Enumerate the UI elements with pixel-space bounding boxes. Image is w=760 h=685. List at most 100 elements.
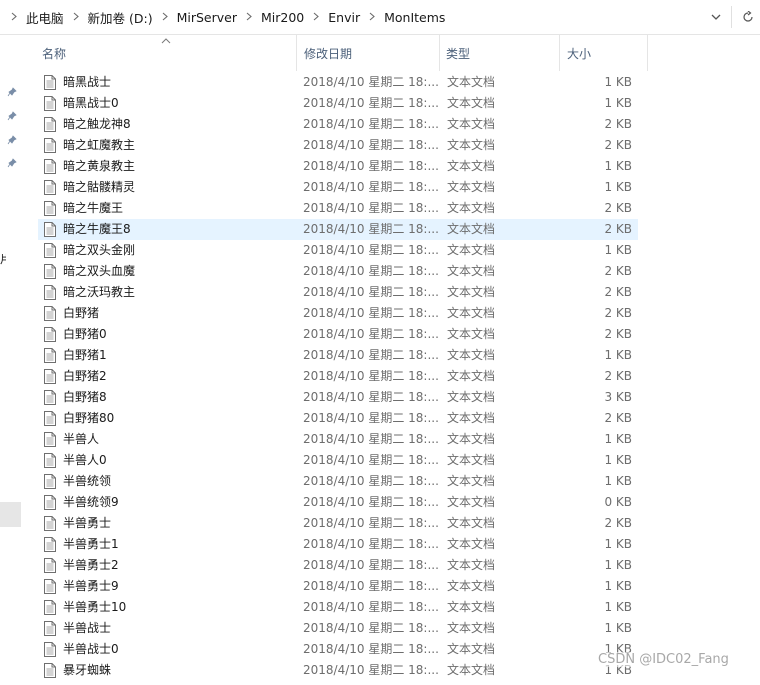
file-name: 半兽勇士 [63, 516, 112, 530]
file-row[interactable]: 白野猪8 2018/4/10 星期二 18:... 文本文档 3 KB [38, 387, 638, 408]
breadcrumb-item[interactable]: MonItems [384, 10, 445, 25]
breadcrumb-item[interactable]: MirServer [177, 10, 237, 25]
text-file-icon [44, 306, 56, 321]
file-row[interactable]: 暗之黄泉教主 2018/4/10 星期二 18:... 文本文档 1 KB [38, 156, 638, 177]
file-size: 2 KB [604, 264, 632, 278]
file-type: 文本文档 [447, 663, 496, 677]
column-header-date[interactable]: 修改日期 [296, 35, 446, 71]
address-history-button[interactable] [704, 0, 728, 34]
pin-icon[interactable] [6, 158, 18, 170]
file-row[interactable]: 半兽勇士 2018/4/10 星期二 18:... 文本文档 2 KB [38, 513, 638, 534]
file-row[interactable]: 半兽勇士1 2018/4/10 星期二 18:... 文本文档 1 KB [38, 534, 638, 555]
file-row[interactable]: 暗之虹魔教主 2018/4/10 星期二 18:... 文本文档 2 KB [38, 135, 638, 156]
file-row[interactable]: 暗之牛魔王 2018/4/10 星期二 18:... 文本文档 2 KB [38, 198, 638, 219]
file-type: 文本文档 [447, 222, 496, 236]
file-modified-date: 2018/4/10 星期二 18:... [303, 453, 438, 467]
chevron-right-icon[interactable] [369, 10, 375, 24]
column-header-size[interactable]: 大小 [559, 35, 648, 71]
file-size: 2 KB [604, 327, 632, 341]
file-row[interactable]: 半兽统领9 2018/4/10 星期二 18:... 文本文档 0 KB [38, 492, 638, 513]
file-name: 暗之虹魔教主 [63, 138, 136, 152]
file-type: 文本文档 [447, 474, 496, 488]
text-file-icon [44, 75, 56, 90]
file-row[interactable]: 白野猪80 2018/4/10 星期二 18:... 文本文档 2 KB [38, 408, 638, 429]
file-row[interactable]: 暗黑战士 2018/4/10 星期二 18:... 文本文档 1 KB [38, 72, 638, 93]
text-file-icon [44, 117, 56, 132]
text-file-icon [44, 516, 56, 531]
column-header-type[interactable]: 类型 [439, 35, 566, 71]
file-row[interactable]: 暗黑战士0 2018/4/10 星期二 18:... 文本文档 1 KB [38, 93, 638, 114]
chevron-right-icon[interactable] [313, 10, 320, 24]
file-row[interactable]: 半兽勇士10 2018/4/10 星期二 18:... 文本文档 1 KB [38, 597, 638, 618]
file-row[interactable]: 白野猪 2018/4/10 星期二 18:... 文本文档 2 KB [38, 303, 638, 324]
file-type: 文本文档 [447, 96, 496, 110]
file-type: 文本文档 [447, 411, 496, 425]
file-row[interactable]: 白野猪2 2018/4/10 星期二 18:... 文本文档 2 KB [38, 366, 638, 387]
file-type: 文本文档 [447, 453, 496, 467]
text-file-icon [44, 96, 56, 111]
file-row[interactable]: 半兽勇士2 2018/4/10 星期二 18:... 文本文档 1 KB [38, 555, 638, 576]
file-size: 2 KB [604, 201, 632, 215]
breadcrumb-item[interactable]: Envir [328, 10, 360, 25]
breadcrumb-item[interactable]: 新加卷 (D:) [88, 8, 153, 27]
file-row[interactable]: 半兽战士0 2018/4/10 星期二 18:... 文本文档 1 KB [38, 639, 638, 660]
file-type: 文本文档 [447, 516, 496, 530]
chevron-right-icon[interactable] [11, 10, 17, 24]
file-row[interactable]: 暗之沃玛教主 2018/4/10 星期二 18:... 文本文档 2 KB [38, 282, 638, 303]
file-row[interactable]: 半兽人 2018/4/10 星期二 18:... 文本文档 1 KB [38, 429, 638, 450]
file-modified-date: 2018/4/10 星期二 18:... [303, 369, 438, 383]
file-name: 暗之骷髅精灵 [63, 180, 136, 194]
file-type: 文本文档 [447, 348, 496, 362]
file-row[interactable]: 白野猪0 2018/4/10 星期二 18:... 文本文档 2 KB [38, 324, 638, 345]
file-row[interactable]: 白野猪1 2018/4/10 星期二 18:... 文本文档 1 KB [38, 345, 638, 366]
file-row[interactable]: 暗之骷髅精灵 2018/4/10 星期二 18:... 文本文档 1 KB [38, 177, 638, 198]
pin-icon[interactable] [6, 87, 18, 99]
file-row[interactable]: 暗之双头血魔 2018/4/10 星期二 18:... 文本文档 2 KB [38, 261, 638, 282]
text-file-icon [44, 537, 56, 552]
breadcrumb-item[interactable]: 此电脑 [26, 8, 64, 27]
refresh-button[interactable] [737, 0, 759, 34]
file-name: 半兽战士 [63, 621, 112, 635]
file-row[interactable]: 暴牙蜘蛛 2018/4/10 星期二 18:... 文本文档 1 KB [38, 660, 638, 681]
file-type: 文本文档 [447, 579, 496, 593]
file-row[interactable]: 暗之触龙神8 2018/4/10 星期二 18:... 文本文档 2 KB [38, 114, 638, 135]
column-header-bar: 名称 修改日期 类型 大小 [34, 35, 648, 71]
file-name: 半兽人0 [63, 453, 107, 467]
navigation-pane[interactable]: 片 [0, 35, 22, 680]
file-row[interactable]: 半兽战士 2018/4/10 星期二 18:... 文本文档 1 KB [38, 618, 638, 639]
file-name: 半兽人 [63, 432, 100, 446]
file-size: 1 KB [604, 243, 632, 257]
file-type: 文本文档 [447, 201, 496, 215]
text-file-icon [44, 474, 56, 489]
pin-icon[interactable] [6, 111, 18, 123]
file-row[interactable]: 暗之牛魔王8 2018/4/10 星期二 18:... 文本文档 2 KB [38, 219, 638, 240]
file-modified-date: 2018/4/10 星期二 18:... [303, 117, 438, 131]
file-name: 暗黑战士 [63, 75, 112, 89]
nav-selection-highlight[interactable] [0, 502, 21, 527]
file-row[interactable]: 半兽统领 2018/4/10 星期二 18:... 文本文档 1 KB [38, 471, 638, 492]
text-file-icon [44, 264, 56, 279]
file-type: 文本文档 [447, 138, 496, 152]
file-row[interactable]: 半兽人0 2018/4/10 星期二 18:... 文本文档 1 KB [38, 450, 638, 471]
file-modified-date: 2018/4/10 星期二 18:... [303, 75, 438, 89]
column-header-name[interactable]: 名称 [34, 35, 304, 71]
nav-item-label[interactable]: 片 [0, 251, 6, 265]
file-size: 0 KB [604, 495, 632, 509]
address-bar[interactable]: 此电脑 新加卷 (D:) MirServer Mir200 Envir MonItems [0, 0, 760, 35]
file-row[interactable]: 暗之双头金刚 2018/4/10 星期二 18:... 文本文档 1 KB [38, 240, 638, 261]
file-modified-date: 2018/4/10 星期二 18:... [303, 348, 438, 362]
pin-icon[interactable] [6, 135, 18, 147]
chevron-right-icon[interactable] [73, 10, 79, 24]
file-modified-date: 2018/4/10 星期二 18:... [303, 222, 438, 236]
file-name: 暴牙蜘蛛 [63, 663, 112, 677]
text-file-icon [44, 411, 56, 426]
file-modified-date: 2018/4/10 星期二 18:... [303, 579, 438, 593]
text-file-icon [44, 390, 56, 405]
chevron-right-icon[interactable] [246, 10, 252, 24]
breadcrumb-item[interactable]: Mir200 [261, 10, 304, 25]
file-modified-date: 2018/4/10 星期二 18:... [303, 201, 438, 215]
file-type: 文本文档 [447, 180, 496, 194]
chevron-right-icon[interactable] [162, 10, 168, 24]
file-name: 白野猪80 [63, 411, 115, 425]
file-row[interactable]: 半兽勇士9 2018/4/10 星期二 18:... 文本文档 1 KB [38, 576, 638, 597]
